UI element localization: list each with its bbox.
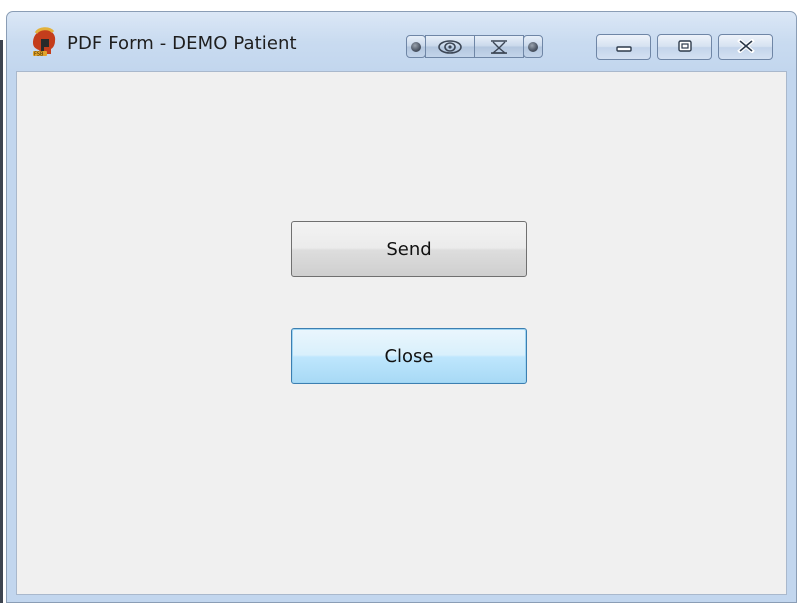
- hourglass-icon[interactable]: [474, 35, 524, 58]
- record-dot-icon[interactable]: [523, 35, 543, 58]
- form-content-area: Send Close: [16, 71, 787, 595]
- pdf-form-window: FSB PDF Form - DEMO Patient Send Close: [6, 11, 797, 603]
- close-button[interactable]: Close: [291, 328, 527, 384]
- eye-icon[interactable]: [425, 35, 475, 58]
- desktop-edge: [0, 40, 3, 603]
- minimize-icon: [615, 38, 633, 57]
- window-controls: [596, 34, 779, 60]
- close-icon: [736, 37, 756, 57]
- svg-text:FSB: FSB: [34, 52, 44, 58]
- spartan-helmet-icon: FSB: [27, 27, 59, 58]
- minimize-button[interactable]: [596, 34, 651, 60]
- record-dot-icon[interactable]: [406, 35, 426, 58]
- maximize-button[interactable]: [657, 34, 712, 60]
- window-title: PDF Form - DEMO Patient: [67, 33, 297, 54]
- close-window-button[interactable]: [718, 34, 773, 60]
- send-button[interactable]: Send: [291, 221, 527, 277]
- maximize-icon: [676, 38, 694, 57]
- title-bar[interactable]: FSB PDF Form - DEMO Patient: [7, 12, 796, 72]
- titlebar-tools: [406, 34, 543, 59]
